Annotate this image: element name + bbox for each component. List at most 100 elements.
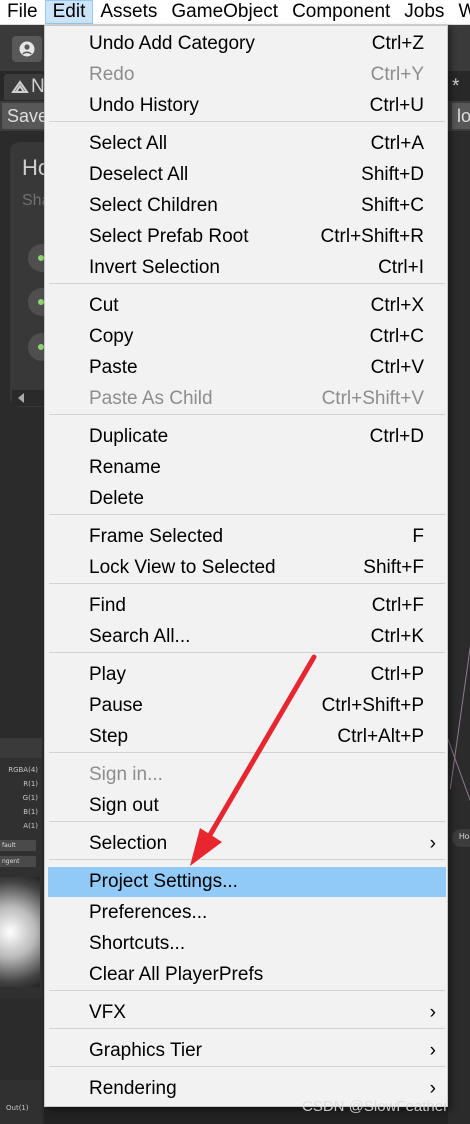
account-icon [19, 41, 35, 57]
menu-item-shortcut: Ctrl+Alt+P [337, 726, 424, 747]
menu-file[interactable]: File [0, 0, 45, 24]
node-dropdown[interactable]: fault [0, 840, 36, 851]
menu-item-label: Preferences... [89, 902, 208, 923]
menu-edit[interactable]: Edit [44, 0, 94, 24]
menu-item-shortcut: Ctrl+I [378, 257, 424, 278]
main-menubar: File Edit Assets GameObject Component Jo… [0, 0, 470, 25]
menu-item-shortcuts[interactable]: Shortcuts... [48, 929, 446, 959]
menu-item-clear-all-playerprefs[interactable]: Clear All PlayerPrefs [48, 960, 446, 990]
menu-separator [49, 514, 445, 515]
node-port[interactable]: A(1) [0, 822, 42, 835]
menu-separator [49, 859, 445, 860]
menu-item-paste-as-child: Paste As Child Ctrl+Shift+V [48, 384, 446, 414]
node-port[interactable]: R(1) [0, 780, 42, 793]
menu-item-label: Find [89, 595, 126, 616]
menu-item-select-children[interactable]: Select Children Shift+C [48, 191, 446, 221]
menu-item-select-all[interactable]: Select All Ctrl+A [48, 129, 446, 159]
menu-item-shortcut: Ctrl+Shift+R [320, 226, 424, 247]
menu-item-shortcut: Shift+D [361, 164, 424, 185]
menu-window[interactable]: W [451, 0, 470, 24]
menu-item-sign-out[interactable]: Sign out [48, 791, 446, 821]
menu-item-shortcut: Shift+C [361, 195, 424, 216]
menu-jobs[interactable]: Jobs [397, 0, 451, 24]
menu-item-vfx[interactable]: VFX › [48, 998, 446, 1028]
menu-item-invert-selection[interactable]: Invert Selection Ctrl+I [48, 253, 446, 283]
graph-property-node[interactable]: Ho [452, 829, 470, 847]
menu-item-deselect-all[interactable]: Deselect All Shift+D [48, 160, 446, 190]
node-port[interactable]: RGBA(4) [0, 766, 42, 779]
menu-item-search-all[interactable]: Search All... Ctrl+K [48, 622, 446, 652]
menu-item-project-settings[interactable]: Project Settings... [48, 867, 446, 897]
menu-item-label: Select Prefab Root [89, 226, 249, 247]
node-preview-image [0, 877, 40, 987]
menu-item-play[interactable]: Play Ctrl+P [48, 660, 446, 690]
menu-item-undo-history[interactable]: Undo History Ctrl+U [48, 91, 446, 121]
menu-item-shortcut: Ctrl+Z [371, 33, 424, 54]
menu-item-label: Sign in... [89, 764, 163, 785]
menu-item-delete[interactable]: Delete [48, 484, 446, 514]
menu-item-copy[interactable]: Copy Ctrl+C [48, 322, 446, 352]
menu-item-label: Select Children [89, 195, 218, 216]
menu-item-shortcut: F [412, 526, 424, 547]
menu-item-shortcut: Ctrl+U [369, 95, 424, 116]
menu-item-label: VFX [89, 1002, 126, 1023]
menu-item-find[interactable]: Find Ctrl+F [48, 591, 446, 621]
menu-item-shortcut: Ctrl+V [370, 357, 424, 378]
node-header[interactable] [0, 738, 42, 758]
menu-item-label: Selection [89, 833, 168, 854]
menu-item-selection[interactable]: Selection › [48, 829, 446, 859]
menu-item-lock-view-to-selected[interactable]: Lock View to Selected Shift+F [48, 553, 446, 583]
menu-item-cut[interactable]: Cut Ctrl+X [48, 291, 446, 321]
menu-item-rename[interactable]: Rename [48, 453, 446, 483]
menu-item-undo-add-category[interactable]: Undo Add Category Ctrl+Z [48, 29, 446, 59]
menu-item-label: Undo Add Category [89, 33, 255, 54]
chevron-right-icon: › [429, 1040, 436, 1061]
menu-item-shortcut: Ctrl+X [370, 295, 424, 316]
menu-item-label: Lock View to Selected [89, 557, 276, 578]
menu-component[interactable]: Component [285, 0, 397, 24]
menu-separator [49, 583, 445, 584]
graph-toolbar-right-button[interactable]: lo [452, 103, 470, 129]
menu-gameobject[interactable]: GameObject [164, 0, 285, 24]
edit-dropdown-menu: Undo Add Category Ctrl+Z Redo Ctrl+Y Undo Hi… [44, 25, 448, 1107]
menu-item-shortcut: Ctrl+P [370, 664, 424, 685]
menu-item-label: Undo History [89, 95, 199, 116]
menu-separator [49, 283, 445, 284]
menu-item-shortcut: Ctrl+C [369, 326, 424, 347]
menu-separator [49, 1028, 445, 1029]
node-port[interactable]: G(1) [0, 794, 42, 807]
node-dropdown[interactable]: ngent [0, 856, 36, 867]
menu-item-sign-in: Sign in... [48, 760, 446, 790]
menu-item-label: Search All... [89, 626, 191, 647]
menu-item-label: Duplicate [89, 426, 169, 447]
menu-item-duplicate[interactable]: Duplicate Ctrl+D [48, 422, 446, 452]
menu-item-select-prefab-root[interactable]: Select Prefab Root Ctrl+Shift+R [48, 222, 446, 252]
output-port[interactable]: Out(1) [6, 1104, 29, 1112]
node-port[interactable]: B(1) [0, 808, 42, 821]
menu-item-shortcut: Ctrl+Shift+P [321, 695, 424, 716]
menu-item-label: Sign out [89, 795, 159, 816]
menu-item-graphics-tier[interactable]: Graphics Tier › [48, 1036, 446, 1066]
menu-item-pause[interactable]: Pause Ctrl+Shift+P [48, 691, 446, 721]
menu-assets[interactable]: Assets [93, 0, 164, 24]
menu-item-redo: Redo Ctrl+Y [48, 60, 446, 90]
menu-item-label: Select All [89, 133, 168, 154]
menu-item-step[interactable]: Step Ctrl+Alt+P [48, 722, 446, 752]
menu-item-label: Copy [89, 326, 134, 347]
scroll-left-icon[interactable] [18, 393, 24, 403]
account-button[interactable] [12, 36, 42, 62]
chevron-right-icon: › [429, 1002, 436, 1023]
menu-item-preferences[interactable]: Preferences... [48, 898, 446, 928]
menu-item-shortcut: Ctrl+Y [370, 64, 424, 85]
menu-item-label: Graphics Tier [89, 1040, 202, 1061]
menu-item-shortcut: Ctrl+K [370, 626, 424, 647]
horizontal-scrollbar[interactable] [12, 390, 44, 406]
menu-item-label: Paste [89, 357, 138, 378]
menu-item-paste[interactable]: Paste Ctrl+V [48, 353, 446, 383]
menu-item-label: Cut [89, 295, 119, 316]
menu-item-label: Redo [89, 64, 135, 85]
menu-item-label: Play [89, 664, 126, 685]
menu-item-frame-selected[interactable]: Frame Selected F [48, 522, 446, 552]
menu-item-label: Frame Selected [89, 526, 224, 547]
menu-separator [49, 414, 445, 415]
